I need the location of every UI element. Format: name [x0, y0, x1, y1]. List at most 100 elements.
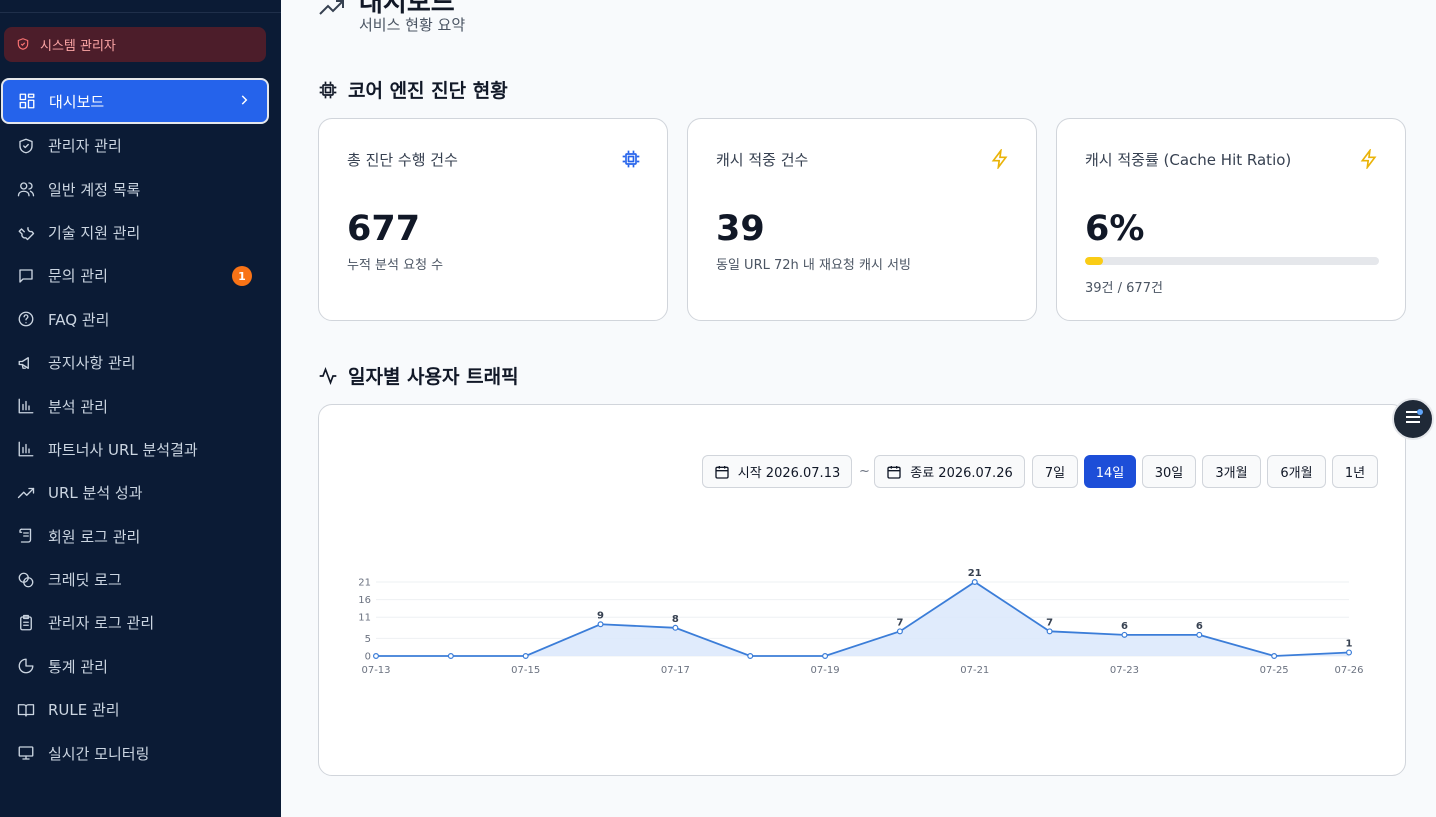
users-icon: [17, 180, 35, 198]
data-point: [896, 628, 903, 635]
data-label: 6: [1196, 621, 1203, 632]
sidebar-item-12[interactable]: 관리자 로그 관리: [0, 601, 281, 644]
sidebar-item-9[interactable]: URL 분석 성과: [0, 471, 281, 514]
sidebar-item-label: 대시보드: [49, 92, 105, 111]
coins-icon: [17, 571, 35, 589]
cpu-icon: [318, 80, 338, 100]
sidebar: 시스템 관리자 대시보드관리자 관리일반 계정 목록기술 지원 관리 문의 관리 1…: [0, 0, 281, 817]
x-tick-label: 07-19: [811, 665, 840, 676]
sidebar-item-label: 통계 관리: [48, 657, 108, 676]
clipboard-icon: [17, 614, 35, 632]
sidebar-item-4[interactable]: 문의 관리 1: [0, 254, 281, 297]
data-point: [522, 653, 529, 660]
card-value: 39: [716, 209, 765, 249]
sidebar-item-label: 일반 계정 목록: [48, 180, 141, 199]
bar-chart-icon: [17, 397, 35, 415]
sidebar-item-5[interactable]: FAQ 관리: [0, 298, 281, 341]
stat-card-cache-ratio: 캐시 적중률 (Cache Hit Ratio) 6% 39건 / 677건: [1056, 118, 1406, 321]
data-point: [1121, 631, 1128, 638]
sidebar-item-13[interactable]: 통계 관리: [0, 645, 281, 688]
data-point: [1345, 649, 1352, 656]
shield-icon: [16, 37, 32, 53]
notification-dot: [1417, 409, 1423, 415]
data-label: 7: [1046, 617, 1053, 628]
card-label: 캐시 적중률 (Cache Hit Ratio): [1085, 151, 1292, 169]
card-desc: 동일 URL 72h 내 재요청 캐시 서빙: [716, 258, 911, 273]
data-point: [597, 621, 604, 628]
stat-card-cache-hits: 캐시 적중 건수 39 동일 URL 72h 내 재요청 캐시 서빙: [687, 118, 1037, 321]
wrench-icon: [17, 223, 35, 241]
card-value: 6%: [1085, 209, 1145, 249]
book-icon: [17, 701, 35, 719]
floating-menu-button[interactable]: [1392, 398, 1434, 440]
traffic-chart-card: 시작 2026.07.13 ~ 종료 2026.07.26 7일 14일 30일…: [318, 404, 1406, 776]
area-fill: [376, 582, 1349, 656]
sidebar-item-2[interactable]: 일반 계정 목록: [0, 167, 281, 210]
data-point: [1271, 653, 1278, 660]
scroll-icon: [17, 527, 35, 545]
trending-up-icon: [17, 484, 35, 502]
x-tick-label: 07-21: [960, 665, 989, 676]
sidebar-item-3[interactable]: 기술 지원 관리: [0, 211, 281, 254]
help-circle-icon: [17, 310, 35, 328]
bar-chart-icon: [17, 440, 35, 458]
sidebar-item-0[interactable]: 대시보드: [1, 78, 269, 124]
sidebar-item-7[interactable]: 분석 관리: [0, 384, 281, 427]
traffic-section-title-text: 일자별 사용자 트래픽: [348, 366, 519, 388]
card-foot: 39건 / 677건: [1085, 281, 1163, 296]
card-desc: 누적 분석 요청 수: [347, 258, 444, 273]
progress-fill: [1085, 257, 1103, 265]
y-tick-label: 5: [365, 634, 371, 645]
data-point: [372, 653, 379, 660]
sidebar-item-14[interactable]: RULE 관리: [0, 688, 281, 731]
card-value: 677: [347, 209, 421, 249]
divider: [0, 12, 281, 13]
x-tick-label: 07-26: [1334, 665, 1363, 676]
zap-icon: [990, 147, 1010, 171]
sidebar-item-label: 공지사항 관리: [48, 354, 136, 373]
data-point: [672, 624, 679, 631]
card-label: 총 진단 수행 건수: [347, 151, 458, 169]
activity-icon: [318, 366, 338, 386]
sidebar-item-label: 관리자 로그 관리: [48, 614, 155, 633]
x-tick-label: 07-23: [1110, 665, 1139, 676]
sidebar-item-label: 파트너사 URL 분석결과: [48, 440, 198, 459]
sidebar-item-6[interactable]: 공지사항 관리: [0, 341, 281, 384]
grid-icon: [18, 92, 36, 110]
main-content: 대시보드 서비스 현황 요약 코어 엔진 진단 현황 총 진단 수행 건수 67…: [281, 0, 1436, 817]
sidebar-item-15[interactable]: 실시간 모니터링: [0, 731, 281, 774]
traffic-section-title: 일자별 사용자 트래픽: [318, 362, 519, 389]
cache-ratio-progress: [1085, 257, 1379, 265]
traffic-line-chart: 0 5 11 16 21 9 8 7 21 7 6 6 1 07-13 07-15 07-17 07-19 07-…: [358, 568, 1363, 676]
sidebar-item-label: FAQ 관리: [48, 310, 110, 329]
data-label: 8: [672, 614, 679, 625]
sidebar-item-8[interactable]: 파트너사 URL 분석결과: [0, 428, 281, 471]
sidebar-item-11[interactable]: 크레딧 로그: [0, 558, 281, 601]
sidebar-nav: 대시보드관리자 관리일반 계정 목록기술 지원 관리 문의 관리 1 FAQ 관리공지…: [0, 78, 281, 775]
x-tick-label: 07-17: [661, 665, 690, 676]
monitor-icon: [17, 744, 35, 762]
role-badge: 시스템 관리자: [4, 27, 266, 62]
sidebar-item-label: 문의 관리: [48, 267, 108, 286]
message-icon: [17, 267, 35, 285]
data-label: 7: [896, 617, 903, 628]
y-tick-label: 0: [365, 652, 371, 663]
data-label: 21: [968, 568, 982, 579]
x-tick-label: 07-13: [361, 665, 390, 676]
sidebar-item-1[interactable]: 관리자 관리: [0, 124, 281, 167]
sidebar-item-label: 크레딧 로그: [48, 571, 122, 590]
shield-icon: [17, 137, 35, 155]
engine-section-title-text: 코어 엔진 진단 현황: [348, 80, 508, 102]
data-point: [971, 579, 978, 586]
cpu-icon: [621, 149, 641, 169]
trending-up-icon: [318, 0, 346, 16]
y-tick-label: 16: [358, 595, 371, 606]
data-point: [1046, 628, 1053, 635]
sidebar-item-10[interactable]: 회원 로그 관리: [0, 515, 281, 558]
sidebar-item-label: URL 분석 성과: [48, 484, 143, 503]
engine-section-title: 코어 엔진 진단 현황: [318, 76, 508, 103]
zap-icon: [1359, 147, 1379, 171]
sidebar-item-label: 실시간 모니터링: [48, 744, 150, 763]
sidebar-item-label: 분석 관리: [48, 397, 108, 416]
chevron-right-icon: [237, 93, 251, 107]
